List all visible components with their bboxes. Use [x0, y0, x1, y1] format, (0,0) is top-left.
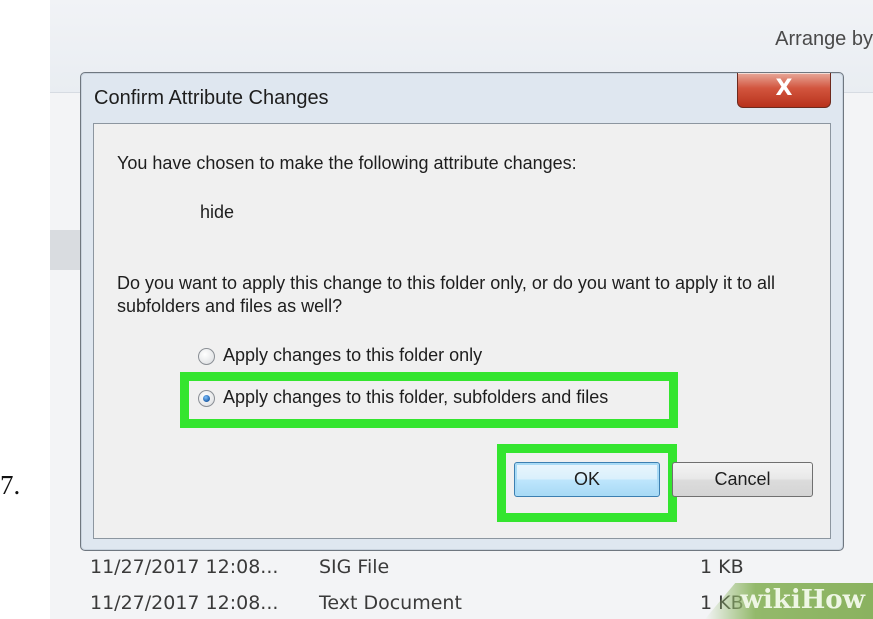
close-button[interactable]: X: [737, 73, 831, 108]
dialog-title: Confirm Attribute Changes: [94, 87, 329, 109]
close-icon: X: [775, 76, 793, 101]
cancel-button[interactable]: Cancel: [672, 462, 813, 497]
radio-label: Apply changes to this folder only: [223, 345, 483, 365]
wikihow-logo: wikiHow: [740, 585, 865, 615]
file-type: Text Document: [319, 592, 462, 614]
attribute-value: hide: [200, 202, 235, 222]
file-date: 11/27/2017 12:08...: [90, 592, 279, 614]
file-type: SIG File: [319, 556, 390, 578]
confirm-attribute-changes-dialog: Confirm Attribute Changes X You have cho…: [80, 72, 844, 551]
dialog-question: Do you want to apply this change to this…: [117, 273, 776, 316]
radio-button-selected[interactable]: [198, 390, 215, 407]
radio-label: Apply changes to this folder, subfolders…: [223, 387, 609, 407]
step-number: 7.: [0, 470, 21, 500]
dialog-content: You have chosen to make the following at…: [93, 123, 831, 539]
radio-option-folder-subfolders-files[interactable]: Apply changes to this folder, subfolders…: [198, 387, 678, 413]
ok-button[interactable]: OK: [514, 462, 660, 497]
file-date: 11/27/2017 12:08...: [90, 556, 279, 578]
radio-option-folder-only[interactable]: Apply changes to this folder only: [198, 345, 558, 371]
radio-button[interactable]: [198, 348, 215, 365]
file-size: 1 KB: [700, 556, 744, 578]
dialog-message: You have chosen to make the following at…: [117, 153, 577, 173]
arrange-by-label[interactable]: Arrange by: [775, 28, 873, 51]
